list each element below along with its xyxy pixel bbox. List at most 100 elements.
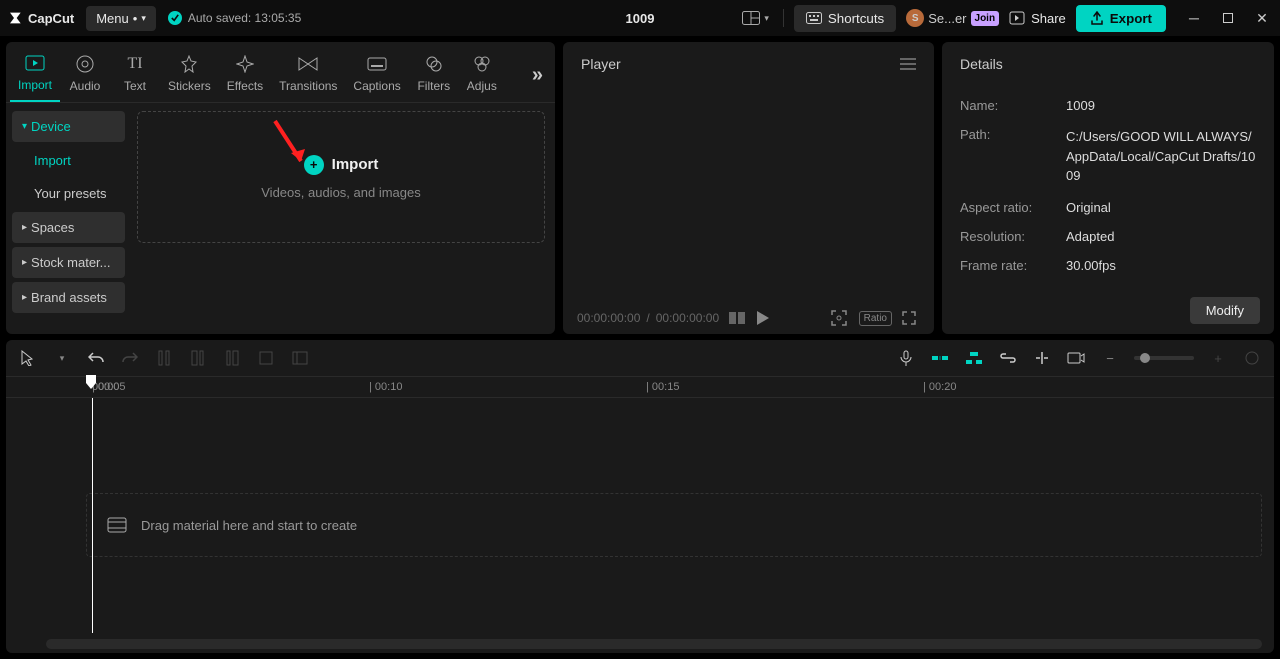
tab-label: Captions: [353, 79, 400, 93]
player-menu-icon[interactable]: [900, 58, 916, 70]
tab-filters[interactable]: Filters: [409, 49, 459, 101]
sidebar-label: Stock mater...: [31, 255, 110, 270]
sidebar-import[interactable]: Import: [12, 146, 125, 175]
sidebar-brand[interactable]: ▸ Brand assets: [12, 282, 125, 313]
minimize-button[interactable]: ─: [1184, 8, 1204, 28]
tab-transitions[interactable]: Transitions: [271, 49, 345, 101]
export-icon: [1090, 11, 1104, 25]
tab-text[interactable]: TI Text: [110, 49, 160, 101]
join-badge: Join: [971, 11, 1000, 26]
media-sidebar: ▾ Device Import Your presets ▸ Spaces ▸ …: [6, 103, 131, 334]
detail-framerate: Frame rate: 30.00fps: [960, 258, 1256, 273]
caret-right-icon: ▸: [22, 257, 27, 268]
import-label: Import: [332, 156, 379, 173]
menu-button[interactable]: Menu • ▾: [86, 6, 156, 31]
detail-aspect: Aspect ratio: Original: [960, 200, 1256, 215]
delete-right-tool[interactable]: [222, 348, 242, 368]
tab-captions[interactable]: Captions: [345, 49, 408, 101]
zoom-slider[interactable]: [1134, 356, 1194, 360]
link-tool[interactable]: [998, 348, 1018, 368]
details-panel: Details Name: 1009 Path: C:/Users/GOOD W…: [942, 42, 1274, 334]
timeline-drop-zone[interactable]: Drag material here and start to create: [86, 493, 1262, 557]
maximize-button[interactable]: [1218, 8, 1238, 28]
pointer-dropdown[interactable]: ▾: [52, 348, 72, 368]
export-label: Export: [1110, 11, 1152, 26]
sidebar-presets[interactable]: Your presets: [12, 179, 125, 208]
tab-label: Adjus: [467, 79, 497, 93]
zoom-out-button[interactable]: −: [1100, 348, 1120, 368]
share-label: Share: [1031, 11, 1066, 26]
playhead-handle[interactable]: [86, 375, 96, 389]
tab-label: Transitions: [279, 79, 337, 93]
preview-tool[interactable]: [1066, 348, 1086, 368]
sidebar-spaces[interactable]: ▸ Spaces: [12, 212, 125, 243]
delete-tool[interactable]: [256, 348, 276, 368]
player-controls: 00:00:00:00 / 00:00:00:00 Ratio: [563, 302, 934, 334]
divider: [783, 9, 784, 27]
redo-button[interactable]: [120, 348, 140, 368]
timeline-panel: ▾: [6, 340, 1274, 653]
mic-tool[interactable]: [896, 348, 916, 368]
sidebar-label: Brand assets: [31, 290, 107, 305]
crop-tool[interactable]: [290, 348, 310, 368]
zoom-thumb[interactable]: [1140, 353, 1150, 363]
sidebar-label: Device: [31, 119, 71, 134]
audio-icon: [74, 53, 96, 75]
zoom-in-button[interactable]: +: [1208, 348, 1228, 368]
share-button[interactable]: Share: [1009, 11, 1066, 26]
tab-effects[interactable]: Effects: [219, 49, 271, 101]
detail-value: C:/Users/GOOD WILL ALWAYS/AppData/Local/…: [1066, 127, 1256, 186]
play-button[interactable]: [757, 311, 775, 325]
pointer-tool[interactable]: [18, 348, 38, 368]
close-button[interactable]: ✕: [1252, 8, 1272, 28]
detail-value: 30.00fps: [1066, 258, 1256, 273]
sidebar-device[interactable]: ▾ Device: [12, 111, 125, 142]
clip-icon: [107, 517, 127, 533]
shortcuts-button[interactable]: Shortcuts: [794, 5, 896, 32]
tool-tabs: Import Audio TI Text Stickers Effects Tr…: [6, 42, 555, 103]
tab-audio[interactable]: Audio: [60, 49, 110, 101]
tab-stickers[interactable]: Stickers: [160, 49, 219, 101]
autosave-indicator: Auto saved: 13:05:35: [168, 11, 301, 25]
import-drop-zone[interactable]: + Import Videos, audios, and images: [137, 111, 545, 243]
zoom-fit-button[interactable]: [1242, 348, 1262, 368]
sidebar-stock[interactable]: ▸ Stock mater...: [12, 247, 125, 278]
split-tool[interactable]: [154, 348, 174, 368]
timeline-scrollbar[interactable]: [46, 639, 1262, 649]
player-viewport: [563, 86, 934, 302]
timeline-ruler[interactable]: 00:00 | 00:05 | 00:10 | 00:15 | 00:20: [6, 376, 1274, 398]
tab-import[interactable]: Import: [10, 48, 60, 102]
modify-button[interactable]: Modify: [1190, 297, 1260, 324]
tab-label: Filters: [417, 79, 450, 93]
detail-path: Path: C:/Users/GOOD WILL ALWAYS/AppData/…: [960, 127, 1256, 186]
menu-label: Menu: [96, 11, 129, 26]
tab-label: Effects: [227, 79, 263, 93]
timeline-body[interactable]: Drag material here and start to create: [6, 398, 1274, 633]
time-total: 00:00:00:00: [656, 311, 719, 325]
delete-left-tool[interactable]: [188, 348, 208, 368]
sidebar-label: Spaces: [31, 220, 74, 235]
magnet-track-tool[interactable]: [964, 348, 984, 368]
import-tab-icon: [24, 52, 46, 74]
export-button[interactable]: Export: [1076, 5, 1166, 32]
user-badge[interactable]: S Se...er Join: [906, 9, 999, 27]
layout-toggle[interactable]: ▾: [738, 7, 773, 29]
user-label: Se...er: [928, 11, 966, 26]
tab-label: Text: [124, 79, 146, 93]
compare-icon[interactable]: [729, 312, 747, 324]
tab-adjustment[interactable]: Adjus: [459, 49, 505, 101]
ratio-button[interactable]: Ratio: [859, 311, 892, 326]
chevron-down-icon: ▾: [141, 13, 146, 24]
magnet-main-tool[interactable]: [930, 348, 950, 368]
undo-button[interactable]: [86, 348, 106, 368]
scale-icon[interactable]: [831, 310, 849, 326]
playhead-line[interactable]: [92, 398, 93, 633]
tabs-more-button[interactable]: »: [524, 64, 551, 87]
layout-icon: [742, 11, 760, 25]
tick-label: | 00:05: [92, 381, 125, 393]
detail-value: Original: [1066, 200, 1256, 215]
snap-tool[interactable]: [1032, 348, 1052, 368]
detail-value: 1009: [1066, 98, 1256, 113]
keyboard-icon: [806, 12, 822, 24]
fullscreen-icon[interactable]: [902, 311, 920, 325]
